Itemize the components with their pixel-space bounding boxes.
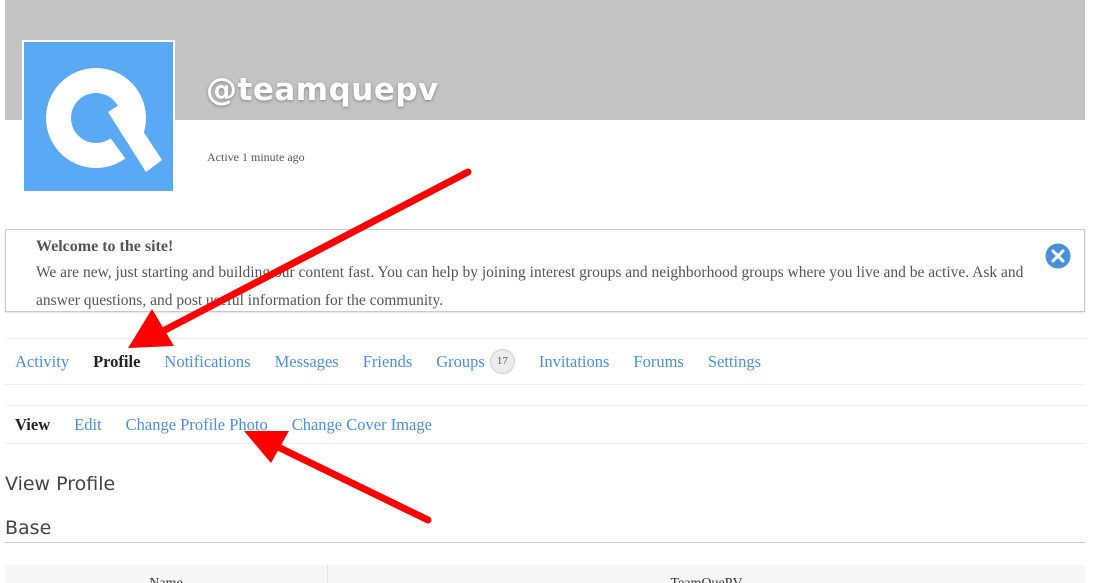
q-logo-icon <box>24 42 173 191</box>
section-title: View Profile <box>5 473 116 495</box>
field-group-title: Base <box>5 517 52 539</box>
close-circle-icon[interactable] <box>1045 243 1071 269</box>
subnav-tab-change-cover-image[interactable]: Change Cover Image <box>292 415 432 435</box>
nav-tab-invitations[interactable]: Invitations <box>539 352 610 372</box>
field-label-name: Name <box>5 565 328 583</box>
profile-field-row: Name TeamQuePV <box>5 565 1085 583</box>
nav-tab-messages[interactable]: Messages <box>275 352 339 372</box>
last-active-status: Active 1 minute ago <box>207 150 305 164</box>
nav-tab-friends[interactable]: Friends <box>363 352 413 372</box>
nav-tab-notifications[interactable]: Notifications <box>164 352 250 372</box>
welcome-notice: Welcome to the site! We are new, just st… <box>5 229 1085 312</box>
nav-tab-settings[interactable]: Settings <box>708 352 761 372</box>
profile-username: @teamquepv <box>206 72 439 108</box>
arrow-to-change-profile-photo <box>244 431 432 524</box>
nav-tab-activity[interactable]: Activity <box>15 352 69 372</box>
avatar[interactable] <box>22 40 175 193</box>
subnav-tab-view[interactable]: View <box>15 415 50 435</box>
subnav-tab-change-profile-photo[interactable]: Change Profile Photo <box>126 415 268 435</box>
notice-body: We are new, just starting and building o… <box>36 264 1024 309</box>
field-value-name: TeamQuePV <box>328 565 1085 583</box>
nav-tab-groups-label: Groups <box>436 351 485 371</box>
nav-tab-forums[interactable]: Forums <box>633 352 683 372</box>
profile-nav: Activity Profile Notifications Messages … <box>5 338 1085 385</box>
groups-count-badge: 17 <box>489 349 515 374</box>
profile-subnav: View Edit Change Profile Photo Change Co… <box>5 405 1085 444</box>
group-divider <box>5 542 1085 543</box>
subnav-tab-edit[interactable]: Edit <box>74 415 102 435</box>
nav-tab-groups[interactable]: Groups 17 <box>436 349 515 374</box>
notice-title: Welcome to the site! <box>36 238 174 255</box>
nav-tab-profile[interactable]: Profile <box>93 352 140 372</box>
